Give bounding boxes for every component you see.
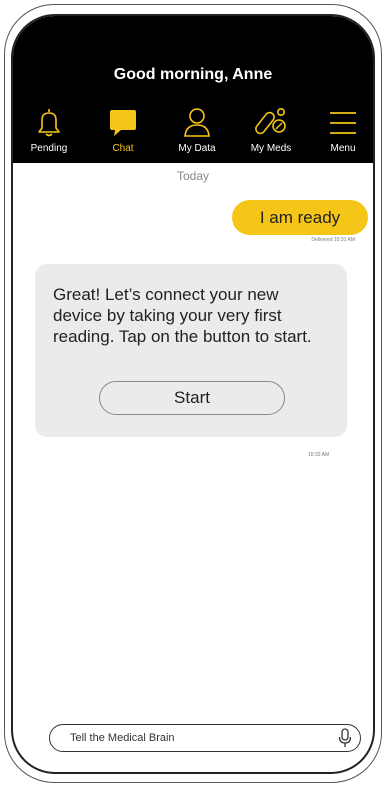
message-input-bar — [49, 724, 361, 752]
greeting-title: Good morning, Anne — [113, 66, 273, 83]
delivered-status: Delivered 10:31 AM — [311, 237, 355, 243]
app-header: Good morning, Anne Pending Chat My Data … — [13, 16, 373, 163]
nav-my-meds-label: My Meds — [250, 143, 292, 154]
user-message-bubble: I am ready — [232, 200, 368, 235]
nav-pending[interactable]: Pending — [17, 106, 81, 154]
bot-message-bubble: Great! Let’s connect your new device by … — [35, 264, 347, 437]
nav-bar: Pending Chat My Data My Meds Menu — [13, 106, 373, 162]
nav-menu[interactable]: Menu — [311, 106, 373, 154]
nav-my-data-label: My Data — [178, 143, 216, 154]
nav-my-data[interactable]: My Data — [165, 106, 229, 154]
message-input[interactable] — [70, 729, 320, 747]
chat-date: Today — [176, 169, 210, 183]
bot-message-time: 10:32 AM — [308, 452, 330, 458]
person-icon — [184, 108, 210, 137]
phone-screen: Good morning, Anne Pending Chat My Data … — [11, 14, 375, 774]
nav-chat-label: Chat — [112, 143, 134, 154]
bot-message-text: Great! Let’s connect your new device by … — [53, 285, 312, 346]
nav-menu-label: Menu — [330, 143, 356, 154]
pill-icon — [255, 107, 286, 135]
bell-icon — [38, 109, 60, 137]
microphone-icon[interactable] — [338, 728, 352, 748]
start-button[interactable]: Start — [99, 381, 285, 415]
nav-chat[interactable]: Chat — [91, 106, 155, 154]
nav-my-meds[interactable]: My Meds — [239, 106, 303, 154]
nav-pending-label: Pending — [30, 143, 68, 154]
chat-bubble-icon — [110, 110, 136, 136]
hamburger-menu-icon — [330, 112, 356, 134]
